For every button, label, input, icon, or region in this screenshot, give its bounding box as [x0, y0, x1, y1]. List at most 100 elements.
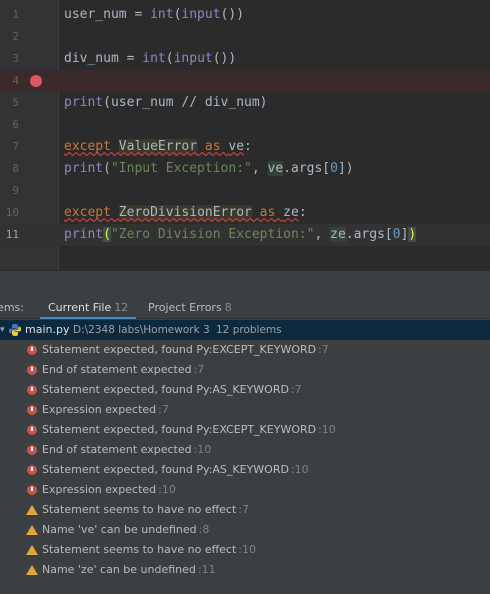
- problem-location: :10: [193, 443, 212, 456]
- problem-item[interactable]: Name 've' can be undefined:8: [0, 520, 490, 540]
- line-number: 1: [12, 8, 19, 21]
- problem-location: :7: [290, 383, 302, 396]
- code-token: except: [64, 139, 119, 154]
- problem-item[interactable]: Statement expected, found Py:AS_KEYWORD:…: [0, 460, 490, 480]
- error-icon: [27, 465, 37, 475]
- code-token: ze: [330, 227, 346, 242]
- tab-label: Current File: [48, 301, 112, 314]
- code-line[interactable]: 5 print(user_num // div_num): [0, 92, 490, 114]
- problem-location: :7: [318, 343, 329, 356]
- line-number: 8: [12, 162, 19, 175]
- line-number: 2: [12, 30, 19, 43]
- code-token: (: [103, 227, 111, 242]
- code-line[interactable]: 7 except ValueError as ve:: [0, 136, 490, 158]
- problem-item[interactable]: Statement seems to have no effect:7: [0, 500, 490, 520]
- problem-text: Expression expected:10: [42, 480, 176, 500]
- panel-splitter[interactable]: [0, 270, 490, 296]
- code-text[interactable]: except ValueError as ve:: [64, 136, 252, 158]
- file-name: main.py: [25, 323, 70, 336]
- code-token: ve: [228, 139, 245, 154]
- tab-current-file[interactable]: Current File 12: [40, 296, 137, 319]
- problems-title: lems:: [0, 301, 24, 314]
- problem-location: :7: [193, 363, 205, 376]
- problem-text: Expression expected:7: [42, 400, 169, 420]
- problem-item[interactable]: Name 'ze' can be undefined:11: [0, 560, 490, 580]
- line-number: 4: [12, 74, 19, 87]
- line-number: 7: [12, 140, 19, 153]
- file-node[interactable]: ▾ main.py D:\2348 labs\Homework 3 12 pro…: [0, 320, 490, 340]
- problem-text: Name 've' can be undefined:8: [42, 520, 209, 540]
- code-token: "Zero Division Exception:": [110, 227, 315, 242]
- code-line[interactable]: 8 print("Input Exception:", ve.args[0]): [0, 158, 490, 180]
- code-line[interactable]: 10 except ZeroDivisionError as ze:: [0, 202, 490, 224]
- error-icon: [27, 345, 37, 355]
- problem-location: :10: [158, 483, 176, 496]
- code-token: (: [165, 51, 174, 66]
- file-problem-count: 12 problems: [216, 324, 282, 336]
- error-icon: [27, 425, 37, 435]
- problem-message: Statement seems to have no effect: [42, 503, 237, 516]
- code-line[interactable]: 9: [0, 180, 490, 202]
- tab-project-errors[interactable]: Project Errors 8: [140, 296, 240, 319]
- problem-item[interactable]: Statement expected, found Py:EXCEPT_KEYW…: [0, 420, 490, 440]
- problem-location: :7: [158, 403, 169, 416]
- problem-location: :7: [238, 503, 250, 516]
- chevron-down-icon[interactable]: ▾: [0, 320, 8, 340]
- problem-text: Statement expected, found Py:EXCEPT_KEYW…: [42, 340, 329, 360]
- problem-item[interactable]: Expression expected:7: [0, 400, 490, 420]
- code-token: as: [197, 139, 229, 154]
- code-line[interactable]: 6: [0, 114, 490, 136]
- code-token: ZeroDivisionError: [118, 205, 252, 220]
- code-editor[interactable]: 1 user_num = int(input()) 2 3 div_num = …: [0, 0, 490, 270]
- problem-item[interactable]: Statement expected, found Py:EXCEPT_KEYW…: [0, 340, 490, 360]
- code-text[interactable]: except ZeroDivisionError as ze:: [64, 202, 307, 224]
- error-icon: [27, 445, 37, 455]
- problem-item[interactable]: End of statement expected:7: [0, 360, 490, 380]
- code-token: :: [298, 205, 307, 220]
- code-line[interactable]: 2: [0, 26, 490, 48]
- problem-item[interactable]: Statement expected, found Py:AS_KEYWORD:…: [0, 380, 490, 400]
- code-token: .args[: [283, 161, 331, 176]
- tab-count: 12: [114, 301, 129, 314]
- code-text[interactable]: print("Zero Division Exception:", ze.arg…: [64, 224, 417, 246]
- tab-label: Project Errors: [148, 301, 222, 314]
- code-token: ValueError: [118, 139, 198, 154]
- code-token: input: [181, 7, 221, 22]
- python-file-icon: [9, 324, 21, 336]
- line-number: 6: [12, 118, 19, 131]
- code-token: ve: [267, 161, 284, 176]
- line-number: 9: [12, 184, 19, 197]
- code-line[interactable]: 1 user_num = int(input()): [0, 4, 490, 26]
- code-token: 0: [330, 161, 338, 176]
- error-icon: [27, 385, 37, 395]
- problems-list[interactable]: ▾ main.py D:\2348 labs\Homework 3 12 pro…: [0, 320, 490, 594]
- code-token: ,: [251, 161, 268, 176]
- problem-message: End of statement expected: [42, 363, 192, 376]
- breakpoint-icon[interactable]: [30, 75, 42, 87]
- code-text[interactable]: print("Input Exception:", ve.args[0]): [64, 158, 354, 180]
- code-line-current[interactable]: 11 print("Zero Division Exception:", ze.…: [0, 224, 490, 246]
- problem-message: End of statement expected: [42, 443, 192, 456]
- problem-location: :8: [198, 523, 210, 536]
- code-line[interactable]: 3 div_num = int(input()): [0, 48, 490, 70]
- problem-location: :10: [238, 543, 256, 556]
- code-token: ()): [220, 7, 245, 22]
- problem-item[interactable]: End of statement expected:10: [0, 440, 490, 460]
- code-token: input: [173, 51, 213, 66]
- error-icon: [27, 405, 37, 415]
- code-text[interactable]: user_num = int(input()): [64, 4, 244, 26]
- problem-location: :10: [318, 423, 336, 436]
- problem-item[interactable]: Statement seems to have no effect:10: [0, 540, 490, 560]
- code-text[interactable]: print(user_num // div_num): [64, 92, 268, 114]
- code-line-breakpoint[interactable]: 4: [0, 70, 490, 92]
- code-token: ()): [212, 51, 237, 66]
- problems-panel: lems: Current File12 Project Errors8 ▾ m…: [0, 296, 490, 594]
- file-path: D:\2348 labs\Homework 3: [73, 324, 210, 336]
- code-token: ]): [337, 161, 354, 176]
- problem-message: Expression expected: [42, 483, 157, 496]
- code-text[interactable]: div_num = int(input()): [64, 48, 236, 70]
- code-token: :: [244, 139, 252, 154]
- problem-message: Statement seems to have no effect: [42, 543, 237, 556]
- problem-item[interactable]: Expression expected:10: [0, 480, 490, 500]
- problem-text: Statement expected, found Py:AS_KEYWORD:…: [42, 380, 302, 400]
